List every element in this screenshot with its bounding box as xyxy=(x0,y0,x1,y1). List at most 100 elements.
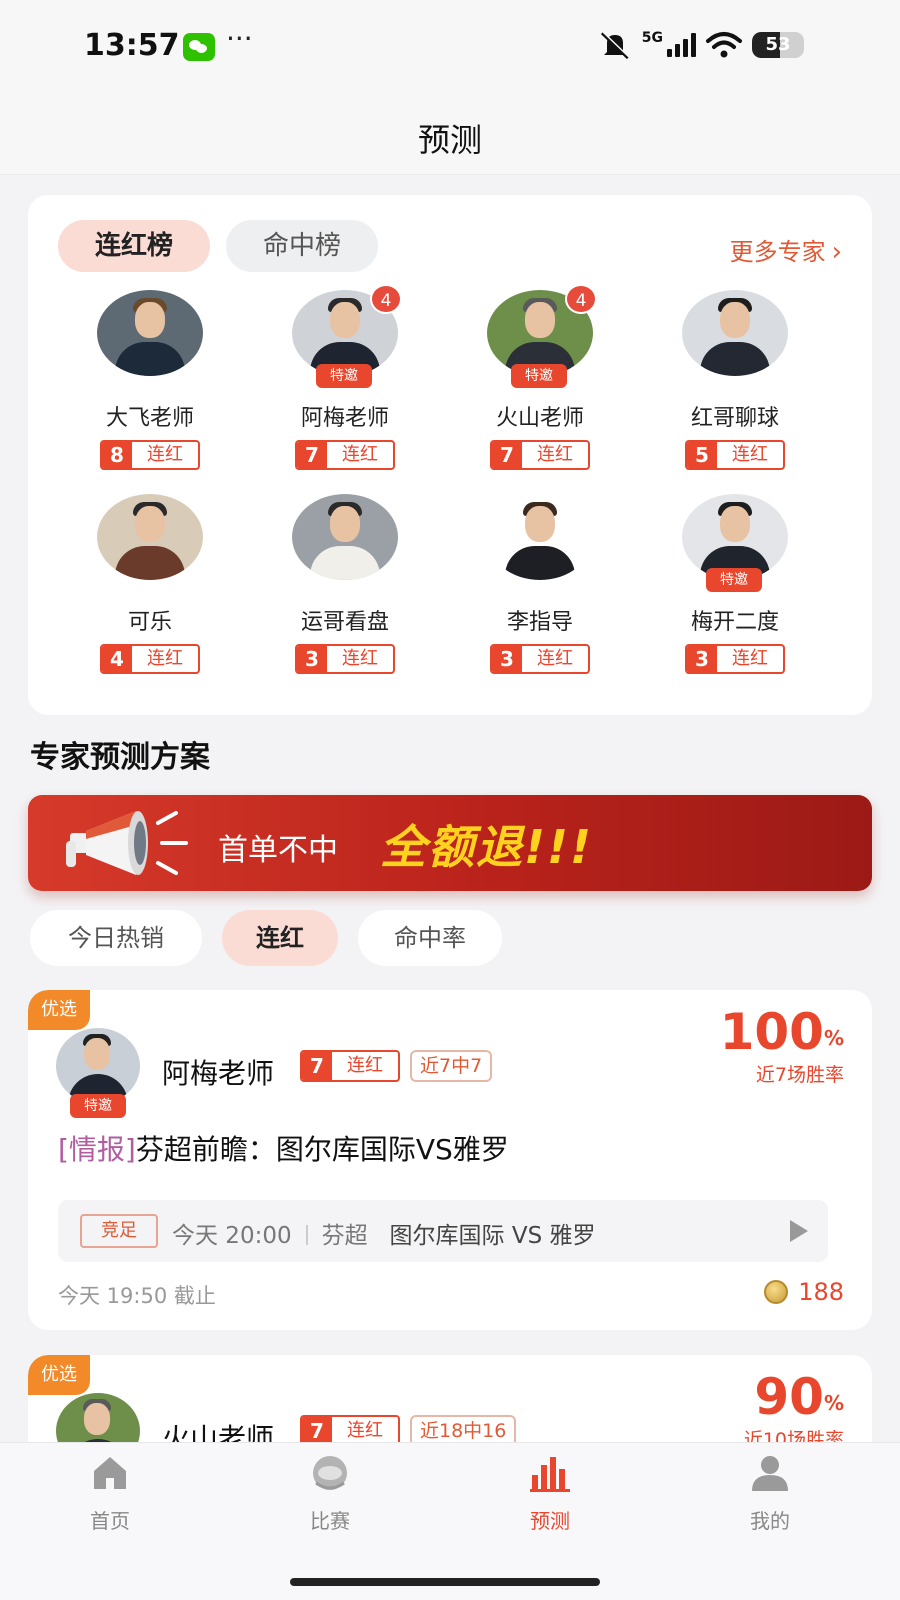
nav-item-matches[interactable]: 比赛 xyxy=(270,1453,390,1534)
streak-label: 连红 xyxy=(732,444,768,465)
expert-name: 大飞老师 xyxy=(105,406,194,431)
status-time: 13:57 xyxy=(84,28,180,63)
streak-tag: 3 连红 xyxy=(685,644,785,674)
match-details: 今天 20:00 芬超 图尔库国际 VS 雅罗 xyxy=(172,1216,596,1250)
ranking-card: 连红榜 命中榜 更多专家 › 大飞老师 8 连红 4 特邀 阿梅老师 7 连红 4 特邀 火山老师 7 连… xyxy=(28,195,872,715)
streak-tag: 3 连红 xyxy=(295,644,395,674)
expert-item[interactable]: 可乐 4 连红 xyxy=(50,494,250,674)
win-rate: 90% 近10场胜率 xyxy=(744,1369,844,1452)
streak-count: 3 xyxy=(687,646,717,672)
more-dots-icon: ··· xyxy=(226,22,253,55)
bottom-nav: 首页 比赛 预测 我的 xyxy=(0,1442,900,1600)
expert-avatar[interactable] xyxy=(682,290,788,376)
expert-avatar[interactable]: 4 特邀 xyxy=(292,284,402,388)
expert-name[interactable]: 阿梅老师 xyxy=(162,1052,274,1092)
streak-label: 连红 xyxy=(147,648,183,669)
streak-count: 5 xyxy=(687,442,717,468)
expert-avatar[interactable]: 4 特邀 xyxy=(487,284,597,388)
count-badge: 4 xyxy=(565,284,597,314)
wechat-icon xyxy=(183,33,215,61)
nav-item-home[interactable]: 首页 xyxy=(50,1453,170,1534)
status-bar: 13:57 ··· 5G 53 xyxy=(0,0,900,95)
tab-hit-ranking[interactable]: 命中榜 xyxy=(226,220,378,272)
streak-label: 连红 xyxy=(537,648,573,669)
expert-avatar[interactable] xyxy=(97,494,203,580)
match-time: 今天 20:00 xyxy=(172,1223,292,1249)
expert-name: 火山老师 xyxy=(495,406,584,431)
expert-avatar[interactable]: 特邀 xyxy=(56,1028,140,1118)
megaphone-icon xyxy=(66,811,188,875)
expert-avatar-icon xyxy=(97,290,203,376)
win-rate: 100% 近7场胜率 xyxy=(720,1004,844,1087)
home-indicator[interactable] xyxy=(290,1578,600,1586)
section-title: 专家预测方案 xyxy=(30,740,210,775)
streak-label: 连红 xyxy=(537,444,573,465)
expert-item[interactable]: 大飞老师 8 连红 xyxy=(50,290,250,470)
expert-name: 李指导 xyxy=(506,610,573,635)
streak-count: 7 xyxy=(297,442,327,468)
expert-item[interactable]: 4 特邀火山老师 7 连红 xyxy=(440,284,640,470)
streak-count: 7 xyxy=(492,442,522,468)
expert-avatar-icon xyxy=(56,1028,140,1104)
invite-badge: 特邀 xyxy=(511,364,567,388)
status-icons: 5G 53 xyxy=(598,30,804,60)
count-badge: 4 xyxy=(370,284,402,314)
expert-item[interactable]: 李指导 3 连红 xyxy=(440,494,640,674)
streak-label: 连红 xyxy=(342,648,378,669)
filter-tab-hot[interactable]: 今日热销 xyxy=(30,910,202,966)
expert-avatar[interactable] xyxy=(97,290,203,376)
price: 188 xyxy=(764,1278,844,1306)
expert-name: 运哥看盘 xyxy=(300,610,389,635)
expert-avatar[interactable] xyxy=(487,494,593,580)
pick-tag: 优选 xyxy=(28,990,90,1030)
home-icon xyxy=(94,1457,126,1489)
expert-name: 阿梅老师 xyxy=(300,406,389,431)
headline-tag: [情报] xyxy=(58,1133,136,1166)
prediction-headline[interactable]: [情报]芬超前瞻：图尔库国际VS雅罗 xyxy=(58,1128,509,1168)
expert-item[interactable]: 4 特邀阿梅老师 7 连红 xyxy=(245,284,445,470)
battery-icon: 53 xyxy=(752,32,804,58)
streak-label: 连红 xyxy=(732,648,768,669)
invite-badge: 特邀 xyxy=(70,1094,126,1118)
streak-label: 连红 xyxy=(347,1055,383,1076)
expert-item[interactable]: 特邀梅开二度 3 连红 xyxy=(635,494,835,674)
more-experts-link[interactable]: 更多专家 › xyxy=(730,232,842,267)
filter-tab-hit-rate[interactable]: 命中率 xyxy=(358,910,502,966)
nav-item-profile[interactable]: 我的 xyxy=(710,1453,830,1534)
promo-text: 首单不中 xyxy=(218,833,338,868)
streak-label: 连红 xyxy=(342,444,378,465)
expert-item[interactable]: 运哥看盘 3 连红 xyxy=(245,494,445,674)
promo-banner[interactable]: 首单不中 全额退!!! xyxy=(28,795,872,891)
streak-tag: 7 连红 xyxy=(295,440,395,470)
expert-avatar[interactable]: 特邀 xyxy=(682,494,788,592)
expert-name: 可乐 xyxy=(127,610,172,635)
more-experts-label: 更多专家 xyxy=(729,238,826,266)
battery-level: 53 xyxy=(765,34,791,55)
deadline-text: 今天 19:50 截止 xyxy=(58,1284,216,1308)
win-rate-label: 近7场胜率 xyxy=(755,1064,844,1086)
streak-count: 3 xyxy=(492,646,522,672)
page-title: 预测 xyxy=(417,121,482,159)
win-rate-value: 90% xyxy=(754,1368,844,1426)
streak-tag: 3 连红 xyxy=(490,644,590,674)
streak-count: 7 xyxy=(302,1417,332,1445)
nav-label: 我的 xyxy=(750,1509,790,1533)
invite-badge: 特邀 xyxy=(706,568,762,592)
nav-item-predict[interactable]: 预测 xyxy=(490,1453,610,1534)
expert-avatar[interactable] xyxy=(292,494,398,580)
expert-item[interactable]: 红哥聊球 5 连红 xyxy=(635,290,835,470)
expert-avatar-icon xyxy=(682,290,788,376)
wifi-icon xyxy=(706,32,742,58)
streak-count: 3 xyxy=(297,646,327,672)
streak-count: 8 xyxy=(102,442,132,468)
match-info[interactable]: 竞足 今天 20:00 芬超 图尔库国际 VS 雅罗 xyxy=(58,1200,828,1262)
streak-count: 7 xyxy=(302,1052,332,1080)
prediction-card[interactable]: 优选 特邀 阿梅老师 7 连红 近7中7 100% 近7场胜率 [情报]芬超前瞻… xyxy=(28,990,872,1330)
nav-label: 首页 xyxy=(90,1509,130,1533)
filter-tab-streak[interactable]: 连红 xyxy=(222,910,338,966)
pick-tag: 优选 xyxy=(28,1355,90,1395)
tab-streak-ranking[interactable]: 连红榜 xyxy=(58,220,210,272)
streak-tag: 5 连红 xyxy=(685,440,785,470)
expert-avatar-icon xyxy=(487,494,593,580)
expert-name: 梅开二度 xyxy=(690,610,779,635)
